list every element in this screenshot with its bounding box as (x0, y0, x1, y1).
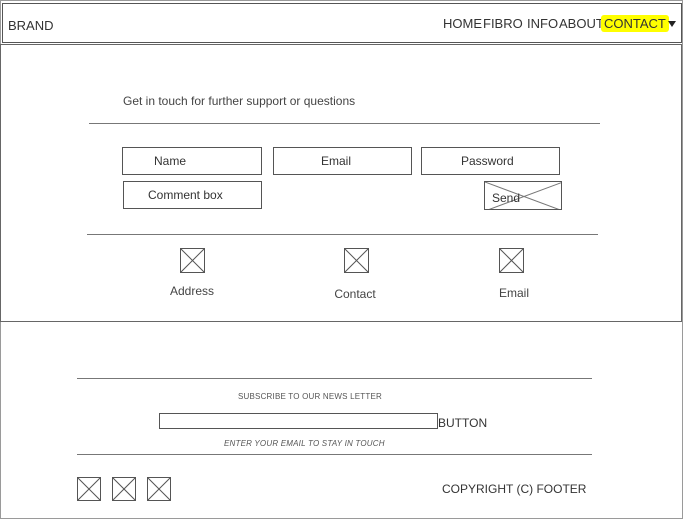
email-field[interactable]: Email (273, 147, 412, 175)
newsletter-heading: SUBSCRIBE TO OUR NEWS LETTER (238, 392, 382, 401)
email-label: Email (498, 286, 529, 300)
contact-icon (344, 248, 369, 273)
brand-logo[interactable]: BRAND (8, 18, 54, 33)
contact-intro: Get in touch for further support or ques… (123, 94, 356, 108)
chevron-down-icon[interactable] (668, 21, 676, 27)
divider (89, 123, 600, 124)
contact-label: Contact (334, 287, 376, 301)
comment-box[interactable]: Comment box (123, 181, 262, 209)
nav-contact[interactable]: CONTACT (601, 15, 669, 32)
copyright-text: COPYRIGHT (C) FOOTER (442, 482, 587, 496)
contact-section (0, 44, 682, 322)
newsletter-email-input[interactable] (159, 413, 438, 429)
nav-about[interactable]: ABOUT (559, 16, 604, 31)
social-icon-2[interactable] (112, 477, 136, 501)
password-field-placeholder: Password (461, 154, 514, 168)
nav-home[interactable]: HOME (443, 16, 482, 31)
comment-box-placeholder: Comment box (148, 188, 223, 202)
send-button[interactable]: Send (484, 181, 562, 210)
subscribe-button[interactable]: BUTTON (438, 416, 487, 430)
email-field-placeholder: Email (321, 154, 352, 168)
send-label: Send (492, 191, 521, 205)
divider (77, 378, 592, 379)
divider (77, 454, 592, 455)
name-field-placeholder: Name (154, 154, 187, 168)
email-icon (499, 248, 524, 273)
nav-info[interactable]: INFO (527, 16, 558, 31)
address-label: Address (169, 284, 215, 298)
social-icon-1[interactable] (77, 477, 101, 501)
password-field[interactable]: Password (421, 147, 560, 175)
nav-fibro[interactable]: FIBRO (483, 16, 523, 31)
divider (87, 234, 598, 235)
social-icon-3[interactable] (147, 477, 171, 501)
address-icon (180, 248, 205, 273)
name-field[interactable]: Name (122, 147, 262, 175)
newsletter-hint: ENTER YOUR EMAIL TO STAY IN TOUCH (224, 439, 385, 448)
